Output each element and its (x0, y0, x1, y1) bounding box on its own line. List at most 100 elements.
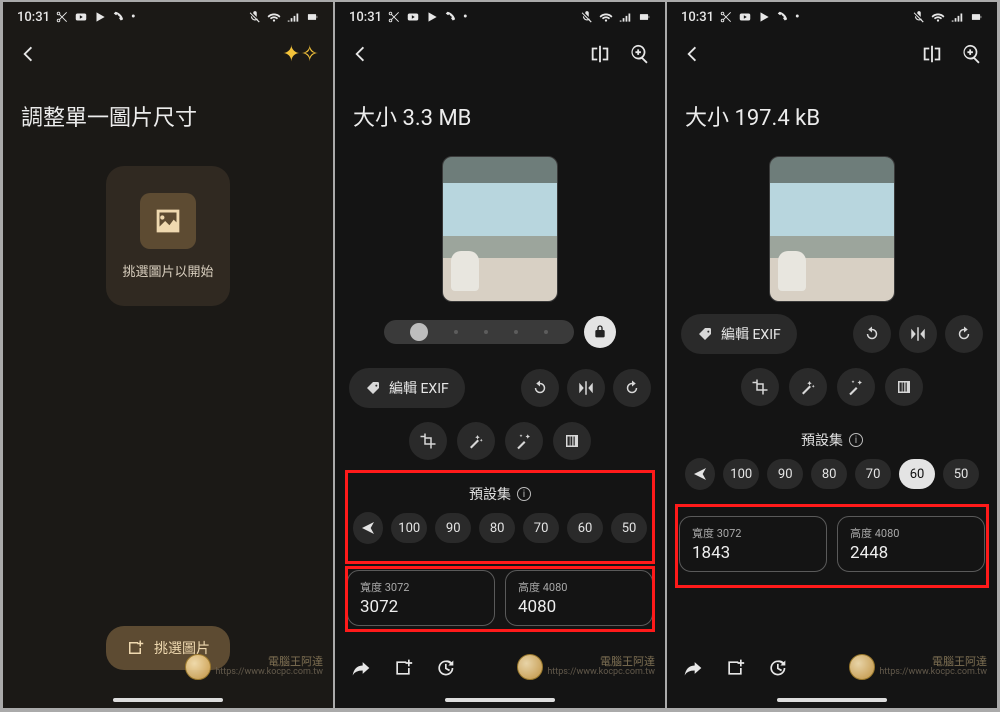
tag-icon (697, 326, 713, 342)
nav-handle[interactable] (777, 698, 887, 702)
more-indicator: • (131, 10, 136, 25)
lock-icon (592, 324, 608, 340)
height-input[interactable]: 高度 4080 2448 (837, 516, 985, 572)
image-preview[interactable] (442, 156, 558, 302)
screen-2: 10:31 • 大小 3.3 MB (335, 2, 665, 708)
preset-send-button[interactable] (353, 512, 383, 544)
watermark-face-icon (849, 654, 875, 680)
watermark-face-icon (185, 654, 211, 680)
edit-exif-chip[interactable]: 編輯 EXIF (349, 368, 465, 408)
screen-1: 10:31 • ✦✧ 調整單一圖片尺寸 挑選圖片以開始 挑選圖片 (3, 2, 333, 708)
size-title: 大小 3.3 MB (335, 76, 665, 144)
scissors-icon (719, 10, 733, 24)
watermark-face-icon (517, 654, 543, 680)
mute-icon (248, 10, 262, 24)
width-input[interactable]: 寬度 3072 1843 (679, 516, 827, 572)
preset-80[interactable]: 80 (479, 513, 515, 543)
enhance-button[interactable] (837, 368, 875, 406)
nav-handle[interactable] (445, 698, 555, 702)
magic-button[interactable] (457, 422, 495, 460)
back-icon[interactable] (349, 43, 371, 65)
rotate-right-button[interactable] (613, 369, 651, 407)
pick-image-card[interactable]: 挑選圖片以開始 (106, 166, 230, 306)
rotate-left-button[interactable] (853, 315, 891, 353)
preset-60[interactable]: 60 (567, 513, 603, 543)
image-icon (140, 193, 196, 249)
play-icon (93, 10, 107, 24)
back-icon[interactable] (17, 43, 39, 65)
clock: 10:31 (17, 10, 50, 25)
filter-button[interactable] (885, 368, 923, 406)
preset-50[interactable]: 50 (611, 513, 647, 543)
preset-90[interactable]: 90 (767, 459, 803, 489)
app-bar: ✦✧ (3, 32, 333, 76)
zoom-in-icon[interactable] (629, 43, 651, 65)
play-icon (757, 10, 771, 24)
youtube-icon (74, 10, 88, 24)
quality-slider[interactable] (384, 320, 574, 344)
status-bar: 10:31 • (335, 2, 665, 32)
preset-row: 100 90 80 70 60 50 (685, 458, 979, 490)
lock-aspect-button[interactable] (584, 316, 616, 348)
mute-icon (912, 10, 926, 24)
image-preview[interactable] (769, 156, 895, 302)
wifi-icon (599, 10, 613, 24)
signal-icon (950, 10, 964, 24)
page-title: 調整單一圖片尺寸 (3, 76, 333, 144)
back-icon[interactable] (681, 43, 703, 65)
preset-70[interactable]: 70 (855, 459, 891, 489)
zoom-in-icon[interactable] (961, 43, 983, 65)
height-input[interactable]: 高度 4080 4080 (505, 570, 653, 626)
preset-block: 預設集 i 100 90 80 70 60 50 (677, 420, 987, 502)
watermark: 電腦王阿達 https://www.kocpc.com.tw (185, 654, 323, 680)
preset-send-button[interactable] (685, 458, 715, 490)
preset-60[interactable]: 60 (899, 459, 935, 489)
edit-exif-chip[interactable]: 編輯 EXIF (681, 314, 797, 354)
preset-50[interactable]: 50 (943, 459, 979, 489)
preset-70[interactable]: 70 (523, 513, 559, 543)
watermark: 電腦王阿達 https://www.kocpc.com.tw (849, 654, 987, 680)
rotate-right-button[interactable] (945, 315, 983, 353)
preset-80[interactable]: 80 (811, 459, 847, 489)
tag-icon (365, 380, 381, 396)
enhance-button[interactable] (505, 422, 543, 460)
nav-handle[interactable] (113, 698, 223, 702)
rotate-left-button[interactable] (521, 369, 559, 407)
call-icon (444, 10, 458, 24)
flip-button[interactable] (567, 369, 605, 407)
compare-icon[interactable] (589, 43, 611, 65)
preset-100[interactable]: 100 (723, 459, 759, 489)
history-icon[interactable] (435, 658, 455, 678)
share-icon[interactable] (683, 658, 703, 678)
history-icon[interactable] (767, 658, 787, 678)
crop-button[interactable] (409, 422, 447, 460)
flip-button[interactable] (899, 315, 937, 353)
app-bar (667, 32, 997, 76)
pick-another-icon[interactable] (725, 658, 745, 678)
status-bar: 10:31 • (3, 2, 333, 32)
compare-icon[interactable] (921, 43, 943, 65)
share-icon[interactable] (351, 658, 371, 678)
battery-icon (969, 10, 983, 24)
preset-row: 100 90 80 70 60 50 (353, 512, 647, 544)
mute-icon (580, 10, 594, 24)
scissors-icon (55, 10, 69, 24)
preset-block: 預設集 i 100 90 80 70 60 50 (345, 474, 655, 556)
filter-button[interactable] (553, 422, 591, 460)
wifi-icon (931, 10, 945, 24)
clock: 10:31 (681, 10, 714, 25)
status-bar: 10:31 • (667, 2, 997, 32)
sparkle-icon[interactable]: ✦✧ (282, 42, 319, 67)
crop-button[interactable] (741, 368, 779, 406)
info-icon[interactable]: i (517, 487, 531, 501)
info-icon[interactable]: i (849, 433, 863, 447)
preset-90[interactable]: 90 (435, 513, 471, 543)
image-add-icon (126, 639, 144, 657)
battery-icon (305, 10, 319, 24)
app-bar (335, 32, 665, 76)
signal-icon (286, 10, 300, 24)
magic-button[interactable] (789, 368, 827, 406)
preset-100[interactable]: 100 (391, 513, 427, 543)
width-input[interactable]: 寬度 3072 3072 (347, 570, 495, 626)
pick-another-icon[interactable] (393, 658, 413, 678)
